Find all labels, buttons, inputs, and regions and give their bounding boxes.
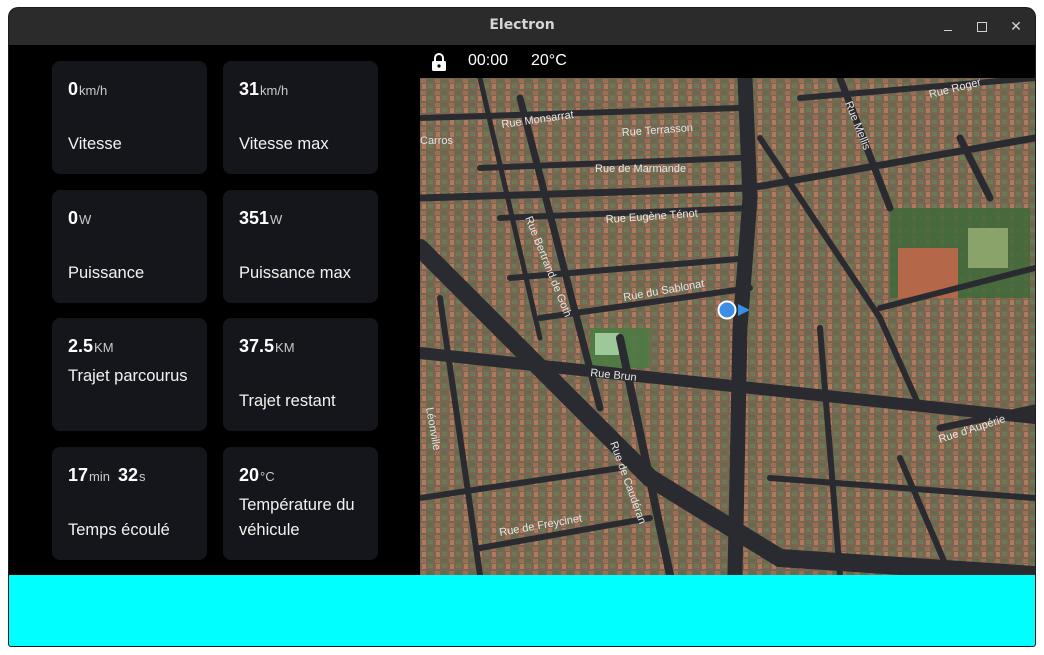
power-max-unit: W xyxy=(270,212,283,227)
app-window: Electron ✕ 0km/h Vitesse 31km/h Vitesse … xyxy=(9,8,1035,646)
power-max-label: Puissance max xyxy=(239,264,351,282)
elapsed-value: 17min 32s xyxy=(68,465,146,486)
trip-done-value: 2.5KM xyxy=(68,336,114,357)
clock-text: 00:00 xyxy=(468,52,509,69)
elapsed-minutes: 17 xyxy=(68,465,89,485)
minimize-button[interactable] xyxy=(937,16,959,38)
trip-left-number: 37.5 xyxy=(239,336,275,356)
vehicle-temp-label: Température du véhicule xyxy=(239,496,355,539)
speed-max-label: Vitesse max xyxy=(239,135,329,153)
trip-done-number: 2.5 xyxy=(68,336,94,356)
vehicle-temp-number: 20 xyxy=(239,465,260,485)
trip-left-card: 37.5KM Trajet restant xyxy=(223,318,378,431)
elapsed-seconds: 32 xyxy=(117,465,139,485)
vehicle-temp-value: 20°C xyxy=(239,465,275,486)
trip-left-label: Trajet restant xyxy=(239,392,336,410)
street-label: Rue de Marmande xyxy=(595,163,686,175)
lock-icon[interactable] xyxy=(431,53,447,71)
trip-left-value: 37.5KM xyxy=(239,336,295,357)
maximize-icon xyxy=(977,22,987,32)
elapsed-sec-unit: s xyxy=(139,469,146,484)
satellite-map[interactable]: Rue Monsarrat Rue Terrasson Carros Rue d… xyxy=(420,78,1035,575)
power-max-card: 351W Puissance max xyxy=(223,190,378,303)
map-canvas[interactable]: Rue Monsarrat Rue Terrasson Carros Rue d… xyxy=(420,78,1035,575)
power-number: 0 xyxy=(68,208,79,228)
power-unit: W xyxy=(79,212,92,227)
elapsed-card: 17min 32s Temps écoulé xyxy=(52,447,207,560)
power-label: Puissance xyxy=(68,264,145,282)
power-value: 0W xyxy=(68,208,91,229)
trip-done-label: Trajet parcourus xyxy=(68,367,188,385)
temperature-text: 20°C xyxy=(531,52,567,69)
speed-max-value: 31km/h xyxy=(239,79,288,100)
close-button[interactable]: ✕ xyxy=(1005,16,1027,38)
close-icon: ✕ xyxy=(1010,19,1022,35)
elapsed-min-unit: min xyxy=(89,469,110,484)
speed-max-number: 31 xyxy=(239,79,260,99)
dashboard: 0km/h Vitesse 31km/h Vitesse max 0W Puis… xyxy=(9,45,1035,575)
speed-unit: km/h xyxy=(79,83,108,98)
speed-max-card: 31km/h Vitesse max xyxy=(223,61,378,174)
minimize-icon xyxy=(944,30,952,31)
trip-left-unit: KM xyxy=(275,340,295,355)
speed-card: 0km/h Vitesse xyxy=(52,61,207,174)
street-label: Carros xyxy=(420,135,454,147)
bottom-panel xyxy=(9,575,1035,646)
vehicle-temp-card: 20°C Température du véhicule xyxy=(223,447,378,560)
map-status-bar: 00:00 20°C xyxy=(420,45,1035,78)
speed-max-unit: km/h xyxy=(260,83,289,98)
elapsed-label: Temps écoulé xyxy=(68,521,170,539)
speed-label: Vitesse xyxy=(68,135,122,153)
speed-value: 0km/h xyxy=(68,79,107,100)
vehicle-temp-unit: °C xyxy=(260,469,275,484)
trip-done-unit: KM xyxy=(94,340,114,355)
title-bar: Electron ✕ xyxy=(9,8,1035,45)
power-max-value: 351W xyxy=(239,208,282,229)
speed-number: 0 xyxy=(68,79,79,99)
maximize-button[interactable] xyxy=(971,16,993,38)
window-title: Electron xyxy=(489,17,555,33)
map-panel: 00:00 20°C Rue Monsarrat Rue Terrasson C… xyxy=(420,45,1035,575)
power-card: 0W Puissance xyxy=(52,190,207,303)
power-max-number: 351 xyxy=(239,208,270,228)
trip-done-card: 2.5KM Trajet parcourus xyxy=(52,318,207,431)
